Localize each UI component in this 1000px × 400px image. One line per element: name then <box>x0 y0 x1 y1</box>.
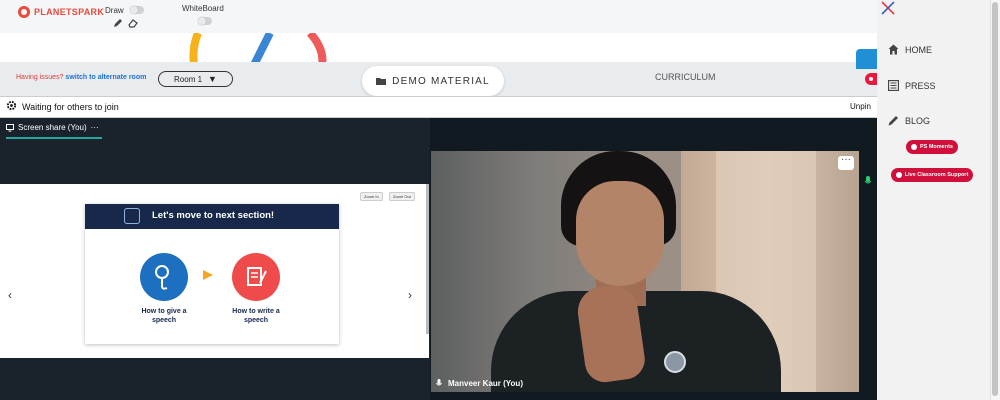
pencil-icon <box>888 116 898 126</box>
step-two-caption: How to write a speech <box>232 308 280 324</box>
blue-side-tab[interactable] <box>856 49 877 69</box>
participant-name: Manveer Kaur (You) <box>448 379 523 388</box>
sidebar-item-home[interactable]: HOME <box>888 44 932 55</box>
sidebar-scrollbar-thumb[interactable] <box>992 2 998 396</box>
live-support-label: Live Classroom Support <box>904 172 969 178</box>
close-icon[interactable] <box>880 0 896 16</box>
video-person-face <box>576 181 664 286</box>
planet-icon <box>18 6 30 18</box>
whiteboard-toggle[interactable] <box>198 17 212 25</box>
participant-label: Manveer Kaur (You) <box>436 379 523 388</box>
home-icon <box>888 44 899 55</box>
step-one-caption: How to give a speech <box>141 308 187 324</box>
plus-icon <box>910 144 917 150</box>
brand-logo[interactable]: PLANETSPARK <box>18 6 104 18</box>
draw-label: Draw <box>105 6 124 15</box>
newspaper-icon <box>888 80 899 91</box>
tab-curriculum[interactable]: CURRICULUM <box>655 72 716 82</box>
right-sidebar <box>877 0 1000 400</box>
app-root: PLANETSPARK Draw WhiteBoard Having issue… <box>0 0 1000 400</box>
writing-icon <box>232 253 280 301</box>
gear-icon[interactable] <box>6 100 17 111</box>
room-select-value: Room 1 <box>174 74 203 84</box>
microphone-icon <box>140 253 188 301</box>
alternate-room-link[interactable]: switch to alternate room <box>65 74 146 81</box>
screen-share-icon <box>6 123 14 131</box>
more-icon[interactable]: ··· <box>91 123 99 132</box>
video-person-badge <box>664 351 686 373</box>
issues-notice: Having issues? switch to alternate room <box>16 74 146 81</box>
tab-screen-share[interactable]: Screen share (You) ··· <box>6 123 99 132</box>
draw-toggle[interactable] <box>130 6 144 14</box>
issues-text: Having issues? <box>16 74 64 81</box>
tab-demo-material-label: DEMO MATERIAL <box>392 75 490 87</box>
robot-icon <box>124 208 140 224</box>
ps-moments-button[interactable]: PS Moments <box>906 140 958 154</box>
waiting-text: Waiting for others to join <box>22 102 119 112</box>
screen-share-label: Screen share (You) <box>18 123 87 132</box>
folder-icon <box>376 78 387 85</box>
top-toolbar <box>0 0 877 33</box>
logo-text: PLANETSPARK <box>34 7 105 17</box>
chevron-left-icon[interactable]: ‹ <box>8 288 12 302</box>
room-select[interactable]: Room 1 ▼ <box>158 71 233 87</box>
mic-icon <box>436 379 442 386</box>
eraser-icon[interactable] <box>128 18 138 28</box>
arrow-right-icon <box>203 270 213 280</box>
slide-scrollbar[interactable] <box>426 184 429 334</box>
chevron-right-icon[interactable]: › <box>408 288 412 302</box>
record-indicator[interactable] <box>865 73 877 85</box>
mic-active-icon <box>864 176 872 184</box>
sidebar-item-label: PRESS <box>905 80 936 91</box>
waiting-bar: Waiting for others to join <box>0 96 877 118</box>
participant-video <box>431 151 859 392</box>
tab-demo-material[interactable]: DEMO MATERIAL <box>362 66 504 96</box>
caret-down-icon: ▼ <box>208 74 217 84</box>
sidebar-item-label: HOME <box>905 44 932 55</box>
unpin-button[interactable]: Unpin <box>850 102 871 111</box>
whiteboard-label: WhiteBoard <box>182 4 224 13</box>
zoom-out-button[interactable]: Zoom Out <box>389 192 415 201</box>
active-tab-underline <box>6 137 102 139</box>
ps-moments-label: PS Moments <box>919 144 953 150</box>
live-support-button[interactable]: Live Classroom Support <box>891 168 973 182</box>
pencil-icon[interactable] <box>113 18 123 28</box>
sidebar-item-label: BLOG <box>905 115 931 126</box>
slide-title: Let's move to next section! <box>152 210 275 221</box>
zoom-in-button[interactable]: Zoom In <box>360 192 383 201</box>
sidebar-item-press[interactable]: PRESS <box>888 80 936 91</box>
video-menu-button[interactable]: ··· <box>838 155 854 170</box>
plus-icon <box>895 172 902 178</box>
sidebar-item-blog[interactable]: BLOG <box>888 115 930 126</box>
